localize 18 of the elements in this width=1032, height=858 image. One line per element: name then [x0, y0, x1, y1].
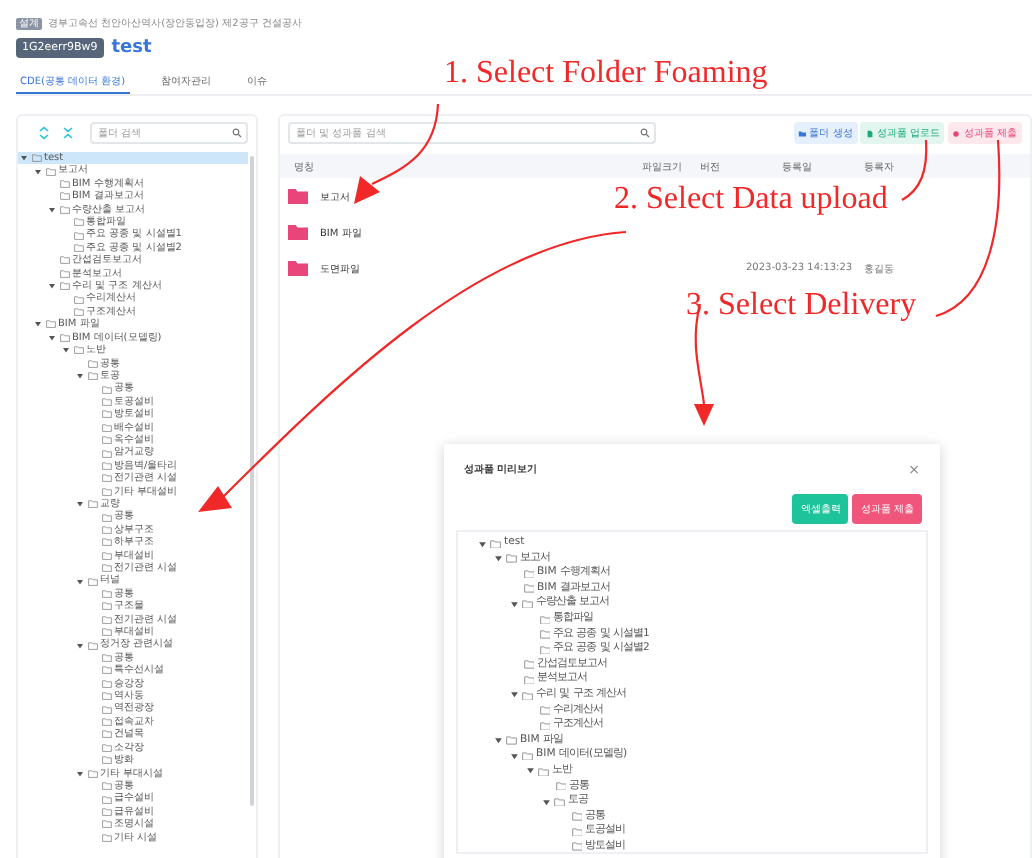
project-title: test [111, 37, 152, 57]
caret-icon[interactable] [510, 751, 519, 761]
circle-icon [952, 129, 961, 137]
folder-icon [798, 129, 807, 137]
caret-icon[interactable] [510, 690, 519, 700]
annotation-text: 1. Select Folder Foaming [444, 56, 768, 92]
search-icon[interactable] [232, 128, 242, 138]
caret-icon[interactable] [20, 154, 28, 163]
search-icon[interactable] [640, 128, 650, 138]
caret-icon[interactable] [526, 766, 535, 776]
caret-icon[interactable] [542, 797, 551, 807]
annotation-text: 2. Select Data upload [614, 182, 888, 218]
caret-icon[interactable] [494, 554, 503, 564]
leader-line [901, 139, 928, 201]
caret-icon[interactable] [494, 736, 503, 746]
caret-icon[interactable] [510, 599, 519, 609]
file-icon [865, 129, 874, 137]
caret-icon[interactable] [478, 539, 487, 549]
